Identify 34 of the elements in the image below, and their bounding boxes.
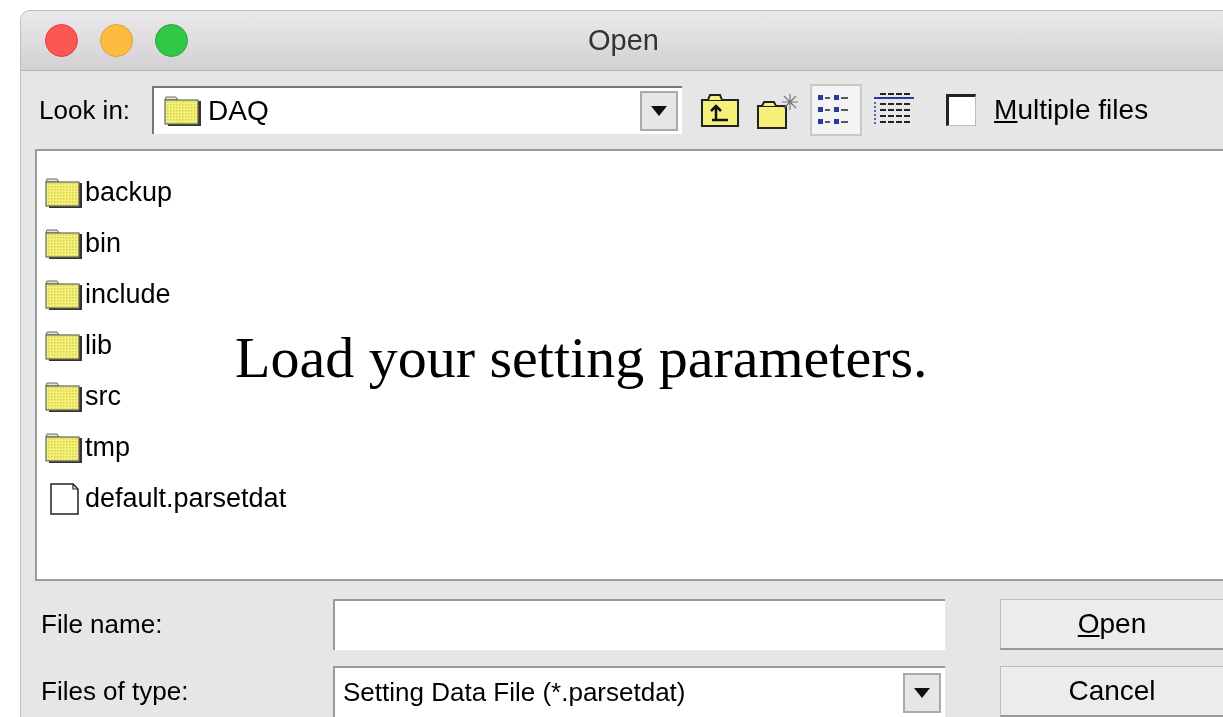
file-list-item[interactable]: src [45,371,121,422]
window-title: Open [588,22,659,58]
file-name-field[interactable] [333,599,945,650]
dialog-button[interactable]: Cancel [1000,666,1223,717]
file-list-item[interactable]: lib [45,320,112,371]
look-in-label: Look in: [39,93,131,127]
files-of-type-label: Files of type: [41,675,190,708]
look-in-value: DAQ [208,94,270,128]
file-list-item[interactable]: tmp [45,422,130,473]
caret-icon [914,687,930,698]
dropdown-arrow-button[interactable] [640,91,679,131]
list-view-button[interactable] [810,84,863,136]
file-list-item[interactable]: default.parsetdat [45,473,287,524]
files-of-type-dropdown[interactable]: Setting Data File (*.parsetdat) [333,666,945,717]
folder-icon [45,278,83,311]
folder-icon [45,431,83,464]
folder-icon [45,227,83,260]
file-list-item[interactable]: include [45,269,171,320]
folder-icon [45,176,83,209]
file-list-item[interactable]: bin [45,218,122,269]
close-button[interactable] [45,24,78,57]
dropdown-arrow-button[interactable] [903,672,941,713]
folder-icon [164,95,203,127]
file-name-label: File name: [41,608,164,641]
multiple-files-checkbox[interactable] [946,94,977,126]
file-list-item[interactable]: backup [45,167,173,218]
annotation-text: Load your setting parameters. [235,329,928,387]
folder-icon [45,380,83,413]
files-of-type-value: Setting Data File (*.parsetdat) [342,676,687,709]
caret-icon [651,106,668,116]
folder-icon [45,329,83,362]
dialog-button[interactable]: Open [1000,599,1223,650]
multiple-files-label: Multiple files [994,93,1149,127]
look-in-dropdown[interactable]: DAQ [152,86,683,134]
